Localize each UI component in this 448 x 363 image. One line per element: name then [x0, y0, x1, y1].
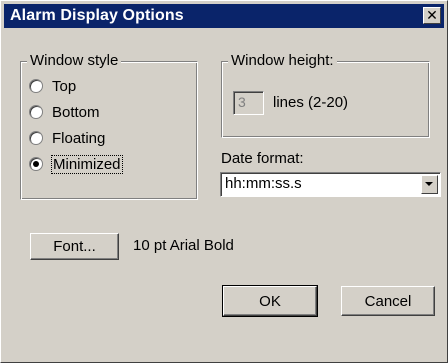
close-button[interactable]: ✕ — [423, 7, 441, 24]
cancel-button[interactable]: Cancel — [341, 286, 435, 316]
date-format-select[interactable]: hh:mm:ss.s — [220, 172, 441, 197]
font-button-label: Font... — [53, 238, 96, 255]
radio-button-top[interactable] — [29, 79, 43, 93]
radio-label-top: Top — [52, 77, 77, 95]
window-height-group: Window height: 3 lines (2-20) — [221, 52, 430, 138]
date-format-value: hh:mm:ss.s — [225, 175, 302, 192]
font-button[interactable]: Font... — [30, 233, 119, 260]
dialog-title: Alarm Display Options — [10, 7, 184, 24]
radio-label-floating: Floating — [52, 129, 106, 147]
radio-bottom[interactable]: Bottom — [29, 101, 100, 123]
window-height-units: lines (2-20) — [273, 94, 349, 111]
radio-minimized[interactable]: Minimized — [29, 153, 123, 175]
title-bar[interactable]: Alarm Display Options ✕ — [4, 4, 444, 28]
radio-button-minimized[interactable] — [29, 157, 43, 171]
dropdown-arrow-button[interactable] — [421, 175, 438, 194]
ok-button[interactable]: OK — [222, 285, 318, 317]
alarm-display-options-dialog: Alarm Display Options ✕ Window style Top… — [0, 0, 448, 363]
window-height-input[interactable]: 3 — [233, 91, 264, 115]
window-height-label: Window height: — [228, 52, 337, 70]
radio-button-floating[interactable] — [29, 131, 43, 145]
ok-button-label: OK — [259, 292, 281, 310]
close-icon: ✕ — [426, 7, 438, 23]
current-font-label: 10 pt Arial Bold — [133, 237, 234, 254]
window-height-value: 3 — [238, 94, 246, 110]
radio-floating[interactable]: Floating — [29, 127, 105, 149]
window-style-group: Window style Top Bottom Floating Minimiz… — [20, 52, 198, 200]
radio-top[interactable]: Top — [29, 75, 76, 97]
cancel-button-label: Cancel — [364, 292, 412, 310]
date-format-label: Date format: — [221, 150, 304, 167]
radio-label-minimized: Minimized — [51, 154, 123, 174]
radio-button-bottom[interactable] — [29, 105, 43, 119]
window-style-label: Window style — [27, 52, 122, 70]
radio-label-bottom: Bottom — [52, 103, 100, 121]
